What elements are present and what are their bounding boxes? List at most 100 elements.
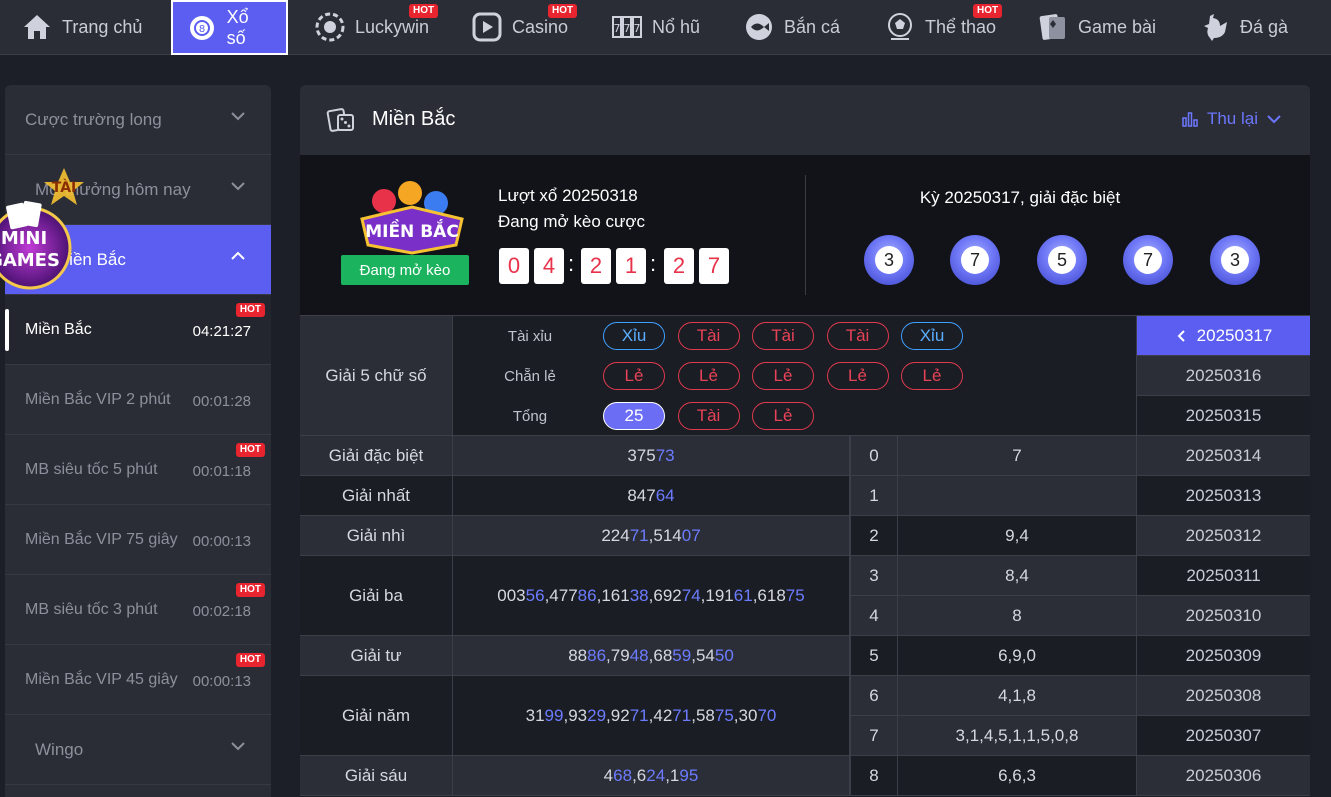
nav-card-games[interactable]: Game bài	[1038, 0, 1156, 54]
mien-bac-logo: MIỀN BẮC	[360, 181, 464, 255]
countdown-digit: 4	[534, 248, 564, 284]
nav-sports[interactable]: Thể thao HOT	[885, 0, 1003, 54]
date-item[interactable]: 20250312	[1137, 516, 1310, 556]
bar-chart-icon	[1182, 112, 1198, 127]
soccer-ball-icon	[885, 12, 915, 42]
number-prefix: 003	[497, 585, 526, 605]
date-label: 20250313	[1185, 485, 1262, 505]
number-prefix: 6	[636, 765, 647, 785]
nav-cockfight[interactable]: Đá gà	[1200, 0, 1288, 54]
nav-lottery[interactable]: 8 Xổ số	[171, 0, 288, 55]
nav-luckywin[interactable]: Luckywin HOT	[315, 0, 439, 54]
sidebar-item-mb-5min[interactable]: MB siêu tốc 5 phút 00:01:18 HOT	[5, 435, 271, 505]
nav-casino[interactable]: Casino HOT	[472, 0, 578, 54]
number-suffix: 61	[733, 585, 753, 605]
home-icon	[22, 12, 52, 42]
rooster-icon	[1200, 12, 1230, 42]
number-suffix: 64	[655, 485, 675, 505]
number-suffix: 38	[629, 585, 649, 605]
result-pill: Lẻ	[826, 362, 889, 390]
mini-games-floating-button[interactable]: TÀI MINI GAMES	[0, 160, 84, 300]
number-suffix: 56	[525, 585, 545, 605]
sidebar-item-vip-45s[interactable]: Miền Bắc VIP 45 giây 00:00:13 HOT	[5, 645, 271, 715]
number-prefix: 161	[601, 585, 630, 605]
number-suffix: 59	[672, 645, 692, 665]
prize-numbers: 4 68, 6 24, 1 95	[453, 756, 850, 796]
head-digit: 5	[850, 636, 898, 676]
sidebar-item-label: Miền Bắc	[25, 320, 92, 338]
result-pill: Lẻ	[752, 362, 814, 390]
head-digit: 4	[850, 596, 898, 636]
top-nav: Trang chủ 8 Xổ số Luckywin HOT Casino HO…	[0, 0, 1331, 55]
number-suffix: 50	[714, 645, 734, 665]
head-values: 3,1,4,5,1,1,5,0,8	[898, 716, 1137, 756]
svg-text:7: 7	[614, 22, 621, 35]
result-ball: 3	[1210, 235, 1260, 285]
prize-numbers: 375 73	[453, 436, 850, 476]
chevron-down-icon	[231, 182, 245, 191]
nav-fishing[interactable]: Bắn cá	[744, 0, 840, 54]
result-pill: Lẻ	[603, 362, 665, 390]
draw-info: MIỀN BẮC Đang mở kèo Lượt xổ 20250318 Đa…	[300, 155, 1310, 315]
nav-slots[interactable]: 777 Nổ hũ	[612, 0, 700, 54]
head-values: 8	[898, 596, 1137, 636]
sidebar-item-vip-2min[interactable]: Miền Bắc VIP 2 phút 00:01:28	[5, 365, 271, 435]
head-values: 4,1,8	[898, 676, 1137, 716]
mini-games-line2: GAMES	[0, 250, 60, 271]
date-item[interactable]: 20250315	[1137, 396, 1310, 436]
sidebar-item-label: Miền Bắc VIP 75 giây	[25, 530, 178, 548]
result-pill: Tài	[677, 322, 740, 350]
date-item[interactable]: 20250309	[1137, 636, 1310, 676]
number-prefix: 375	[627, 445, 656, 465]
number-prefix: 92	[610, 705, 630, 725]
date-item[interactable]: 20250314	[1137, 436, 1310, 476]
head-digit: 6	[850, 676, 898, 716]
number-prefix: 31	[525, 705, 545, 725]
number-suffix: 71	[672, 705, 692, 725]
number-prefix: 191	[705, 585, 734, 605]
number-suffix: 75	[714, 705, 734, 725]
date-item[interactable]: 20250306	[1137, 756, 1310, 796]
head-values: 6,9,0	[898, 636, 1137, 676]
countdown-time: 00:02:18	[192, 603, 251, 620]
number-prefix: 88	[568, 645, 588, 665]
head-digit: 7	[850, 716, 898, 756]
hot-badge: HOT	[548, 4, 578, 18]
chevron-up-icon	[231, 251, 245, 260]
prize-numbers: 003 56, 477 86, 161 38, 692 74, 191 61, 618 75	[453, 556, 850, 636]
sidebar-item-label: Miền Bắc VIP 2 phút	[25, 390, 171, 408]
date-item[interactable]: 20250317	[1137, 316, 1310, 356]
countdown-digit: 2	[581, 248, 611, 284]
date-item[interactable]: 20250313	[1137, 476, 1310, 516]
hot-badge: HOT	[235, 583, 265, 597]
countdown-digit: 7	[699, 248, 729, 284]
number-suffix: 71	[629, 705, 649, 725]
sidebar-item-vip-75s[interactable]: Miền Bắc VIP 75 giây 00:00:13	[5, 505, 271, 575]
number-prefix: 30	[738, 705, 758, 725]
date-item[interactable]: 20250316	[1137, 356, 1310, 396]
prize-label: Giải sáu	[300, 756, 453, 796]
date-item[interactable]: 20250311	[1137, 556, 1310, 596]
mini-games-top-text: TÀI	[52, 179, 77, 196]
head-values: 9,4	[898, 516, 1137, 556]
prize-label: Giải nhì	[300, 516, 453, 556]
result-pill: Lẻ	[901, 362, 963, 390]
number-prefix: 93	[568, 705, 588, 725]
date-label: 20250314	[1185, 445, 1262, 465]
date-label: 20250306	[1185, 765, 1262, 785]
status-button[interactable]: Đang mở kèo	[341, 255, 469, 285]
nav-home[interactable]: Trang chủ	[22, 0, 142, 54]
countdown-digit: 0	[499, 248, 529, 284]
sidebar-group-wingo[interactable]: Wingo	[5, 715, 271, 785]
date-item[interactable]: 20250308	[1137, 676, 1310, 716]
lottery-ball-icon: 8	[187, 13, 217, 43]
replay-button[interactable]: Thu lại	[1181, 109, 1282, 129]
date-item[interactable]: 20250310	[1137, 596, 1310, 636]
sidebar-item-mien-bac[interactable]: Miền Bắc 04:21:27 HOT	[5, 295, 271, 365]
sidebar-item-mb-3min[interactable]: MB siêu tốc 3 phút 00:02:18 HOT	[5, 575, 271, 645]
ball-number: 3	[875, 246, 903, 274]
number-prefix: 847	[627, 485, 656, 505]
result-pill: Xỉu	[901, 322, 963, 350]
date-item[interactable]: 20250307	[1137, 716, 1310, 756]
sidebar-group-long-streak[interactable]: Cược trường long	[5, 85, 271, 155]
